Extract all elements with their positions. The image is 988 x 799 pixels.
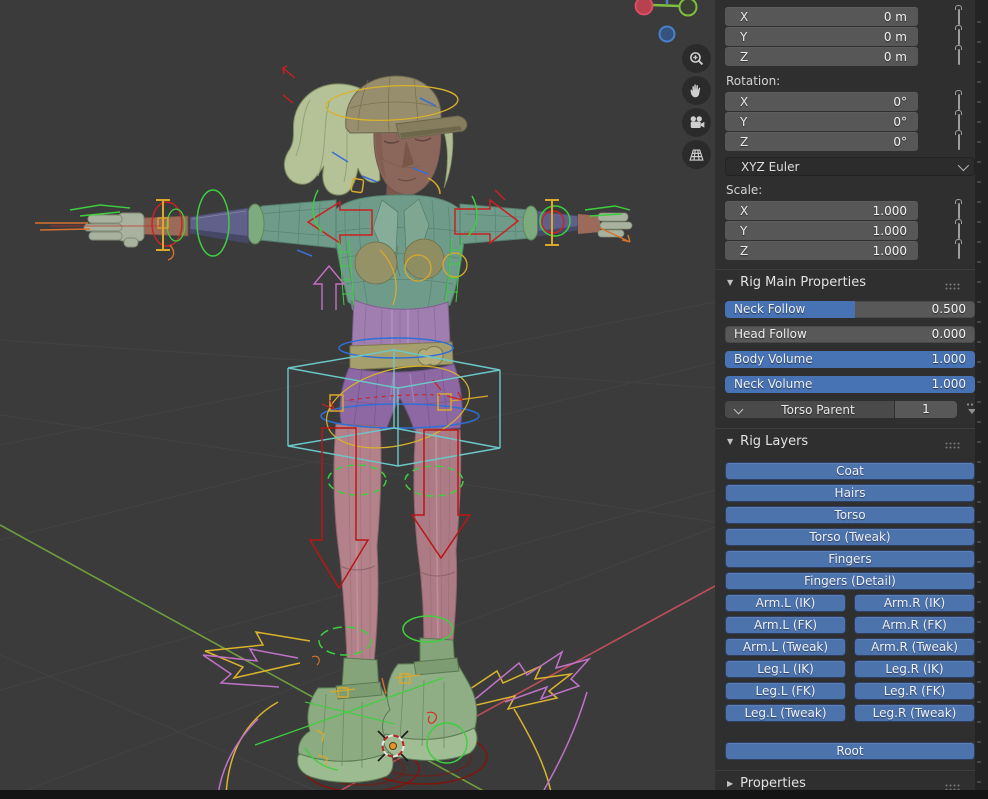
right-hand-fingers <box>598 213 632 237</box>
panel-grip-icon[interactable] <box>945 438 961 453</box>
neck-follow-slider[interactable]: Neck Follow 0.500 <box>725 301 975 318</box>
location-x-field[interactable]: X 0 m <box>725 7 918 26</box>
layer-button-fingers-detail[interactable]: Fingers (Detail) <box>725 572 975 590</box>
lock-icon[interactable] <box>958 29 960 45</box>
neck-volume-slider[interactable]: Neck Volume 1.000 <box>725 376 975 393</box>
lock-icon[interactable] <box>958 49 960 65</box>
grid-button[interactable] <box>682 140 711 169</box>
body-volume-slider[interactable]: Body Volume 1.000 <box>725 351 975 368</box>
location-z-field[interactable]: Z 0 m <box>725 47 918 66</box>
window-bottom-edge <box>0 790 988 799</box>
viewport-nav-toolbar <box>682 44 711 169</box>
left-hand <box>84 213 144 247</box>
waist-arrow <box>314 266 344 310</box>
y-axis-stick <box>652 5 680 6</box>
layer-button-leg-r-fk[interactable]: Leg.R (FK) <box>854 682 975 700</box>
scale-y-field[interactable]: Y 1.000 <box>725 221 918 240</box>
layer-button-arm-l-tweak[interactable]: Arm.L (Tweak) <box>725 638 846 656</box>
torso-parent-row: Torso Parent 1 <box>725 401 975 418</box>
right-cuff <box>523 206 539 240</box>
chevron-down-icon <box>958 159 969 170</box>
cursor-3d <box>378 731 408 761</box>
right-hand-skin <box>578 214 600 234</box>
rotation-mode-dropdown[interactable]: XYZ Euler <box>725 157 975 176</box>
layer-button-leg-r-tweak[interactable]: Leg.R (Tweak) <box>854 704 975 722</box>
zoom-icon <box>688 50 705 67</box>
zoom-button[interactable] <box>682 44 711 73</box>
camera-icon <box>688 114 705 131</box>
camera-button[interactable] <box>682 108 711 137</box>
hip-box <box>288 350 500 466</box>
gizmo-y-ball[interactable] <box>680 0 697 16</box>
scale-section-label: Scale: <box>726 182 975 199</box>
blender-window: Location: X 0 m Y 0 m Z 0 m Rotation: X … <box>0 0 988 799</box>
layer-button-arm-l-fk[interactable]: Arm.L (FK) <box>725 616 846 634</box>
layer-button-arm-r-ik[interactable]: Arm.R (IK) <box>854 594 975 612</box>
lock-icon[interactable] <box>958 9 960 25</box>
panel-grip-icon[interactable] <box>945 279 961 294</box>
sidebar-panel: Location: X 0 m Y 0 m Z 0 m Rotation: X … <box>715 0 975 799</box>
chest-left <box>355 242 397 284</box>
gizmo-x-ball[interactable] <box>636 0 653 15</box>
lock-icon[interactable] <box>958 243 960 259</box>
scale-z-field[interactable]: Z 1.000 <box>725 241 918 260</box>
location-y-field[interactable]: Y 0 m <box>725 27 918 46</box>
layer-button-arm-r-tweak[interactable]: Arm.R (Tweak) <box>854 638 975 656</box>
layer-button-leg-l-ik[interactable]: Leg.L (IK) <box>725 660 846 678</box>
layer-button-coat[interactable]: Coat <box>725 462 975 480</box>
sidebar-edge-strip <box>975 0 988 799</box>
layer-button-leg-r-ik[interactable]: Leg.R (IK) <box>854 660 975 678</box>
layer-button-torso-tweak[interactable]: Torso (Tweak) <box>725 528 975 546</box>
rig-main-properties-header[interactable]: ▼ Rig Main Properties <box>715 269 975 295</box>
lock-icon[interactable] <box>958 134 960 150</box>
panel-expanded-icon: ▼ <box>727 278 733 287</box>
head-follow-slider[interactable]: Head Follow 0.000 <box>725 326 975 343</box>
panel-collapsed-icon: ▶ <box>727 779 733 788</box>
left-cuff <box>246 204 264 244</box>
layer-button-arm-l-ik[interactable]: Arm.L (IK) <box>725 594 846 612</box>
layer-button-leg-l-tweak[interactable]: Leg.L (Tweak) <box>725 704 846 722</box>
lock-icon[interactable] <box>958 203 960 219</box>
chest-right <box>404 239 444 279</box>
location-section-label: Location: <box>715 0 975 4</box>
lock-icon[interactable] <box>958 223 960 239</box>
panel-expanded-icon: ▼ <box>727 437 733 446</box>
torso-parent-menu[interactable]: Torso Parent <box>725 401 894 418</box>
left-sleeve <box>253 200 336 248</box>
torso-parent-value-field[interactable]: 1 <box>895 401 957 418</box>
layer-button-hairs[interactable]: Hairs <box>725 484 975 502</box>
layer-button-torso[interactable]: Torso <box>725 506 975 524</box>
layer-button-root[interactable]: Root <box>725 742 975 760</box>
rotation-z-field[interactable]: Z 0° <box>725 132 918 151</box>
pan-hand-icon <box>688 82 705 99</box>
layer-button-fingers[interactable]: Fingers <box>725 550 975 568</box>
nav-gizmo[interactable] <box>630 0 715 50</box>
lock-icon[interactable] <box>958 94 960 110</box>
rotation-section-label: Rotation: <box>726 73 975 90</box>
right-boot <box>383 638 478 760</box>
pan-button[interactable] <box>682 76 711 105</box>
scale-x-field[interactable]: X 1.000 <box>725 201 918 220</box>
layer-button-leg-l-fk[interactable]: Leg.L (FK) <box>725 682 846 700</box>
rig-layers-header[interactable]: ▼ Rig Layers <box>715 428 975 454</box>
rotation-y-field[interactable]: Y 0° <box>725 112 918 131</box>
layer-button-arm-r-fk[interactable]: Arm.R (FK) <box>854 616 975 634</box>
grid-icon <box>688 146 705 163</box>
gizmo-z-ball[interactable] <box>660 27 675 42</box>
rotation-x-field[interactable]: X 0° <box>725 92 918 111</box>
lock-icon[interactable] <box>958 114 960 130</box>
